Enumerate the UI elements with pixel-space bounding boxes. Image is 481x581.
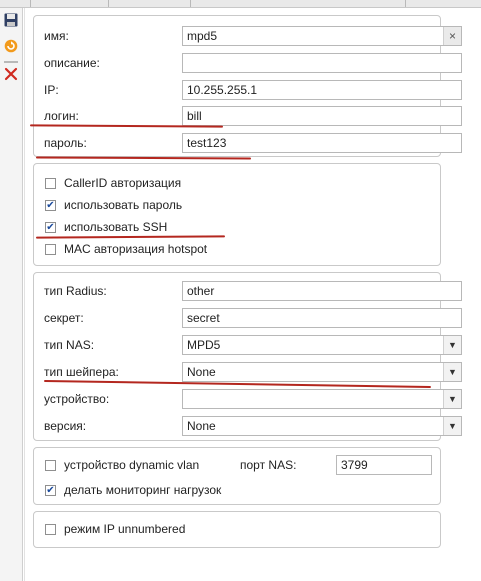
use-password-label: использовать пароль [64, 198, 183, 212]
tab-2[interactable] [30, 0, 109, 7]
toolbar-divider [4, 61, 18, 63]
connection-panel: имя: mpd5 × описание: IP: 10.255.255.1 л… [33, 15, 462, 157]
auth-options-panel: CallerID авторизация ✔ использовать паро… [33, 163, 441, 266]
clear-button[interactable]: × [443, 27, 461, 45]
description-label: описание: [44, 56, 100, 70]
monitoring-label: делать мониторинг нагрузок [64, 483, 222, 497]
name-value: mpd5 [187, 29, 218, 43]
secret-field[interactable]: secret [182, 308, 462, 328]
tab-1[interactable] [0, 0, 31, 7]
delete-icon[interactable] [4, 67, 18, 81]
tab-strip [0, 0, 481, 8]
shaper-type-select[interactable]: None ▼ [182, 362, 462, 382]
nas-type-label: тип NAS: [44, 338, 95, 352]
version-select[interactable]: None ▼ [182, 416, 462, 436]
device-select[interactable]: ▼ [182, 389, 462, 409]
tab-4[interactable] [190, 0, 406, 7]
mac-hotspot-checkbox[interactable] [45, 244, 56, 255]
device-label: устройство: [44, 392, 110, 406]
nas-port-label: порт NAS: [240, 458, 297, 472]
side-toolbar [0, 8, 23, 581]
chevron-down-icon[interactable]: ▼ [443, 363, 461, 381]
callerid-label: CallerID авторизация [64, 176, 182, 190]
nas-type-value: MPD5 [187, 338, 221, 352]
version-value: None [187, 419, 216, 433]
password-label: пароль: [44, 136, 87, 150]
dynamic-vlan-checkbox[interactable] [45, 460, 56, 471]
chevron-down-icon[interactable]: ▼ [443, 417, 461, 435]
use-ssh-label: использовать SSH [64, 220, 168, 234]
callerid-checkbox[interactable] [45, 178, 56, 189]
annotation-underline-password [35, 156, 252, 160]
dynamic-vlan-label: устройство dynamic vlan [64, 458, 200, 472]
radius-panel: тип Radius: other секрет: secret тип NAS… [33, 272, 462, 441]
version-label: версия: [44, 419, 87, 433]
use-ssh-checkbox[interactable]: ✔ [45, 222, 56, 233]
password-field[interactable]: test123 [182, 133, 462, 153]
nas-type-select[interactable]: MPD5 ▼ [182, 335, 462, 355]
mac-hotspot-label: MAC авторизация hotspot [64, 242, 208, 256]
login-field[interactable]: bill [182, 106, 462, 126]
nas-port-field[interactable]: 3799 [336, 455, 432, 475]
name-label: имя: [44, 29, 69, 43]
content-divider [24, 8, 25, 581]
description-field[interactable] [182, 53, 462, 73]
ip-unnumbered-label: режим IP unnumbered [64, 522, 186, 536]
name-field[interactable]: mpd5 × [182, 26, 462, 46]
chevron-down-icon[interactable]: ▼ [443, 390, 461, 408]
ip-field[interactable]: 10.255.255.1 [182, 80, 462, 100]
tab-3[interactable] [108, 0, 191, 7]
unnumbered-panel: режим IP unnumbered [33, 511, 441, 548]
save-icon[interactable] [4, 13, 18, 27]
vlan-panel: устройство dynamic vlan порт NAS: 3799 ✔… [33, 447, 441, 505]
monitoring-checkbox[interactable]: ✔ [45, 485, 56, 496]
secret-label: секрет: [44, 311, 84, 325]
ip-unnumbered-checkbox[interactable] [45, 524, 56, 535]
chevron-down-icon[interactable]: ▼ [443, 336, 461, 354]
use-password-checkbox[interactable]: ✔ [45, 200, 56, 211]
shaper-type-value: None [187, 365, 216, 379]
radius-type-field[interactable]: other [182, 281, 462, 301]
ip-label: IP: [44, 83, 59, 97]
refresh-icon[interactable] [4, 39, 18, 53]
radius-type-label: тип Radius: [44, 284, 107, 298]
